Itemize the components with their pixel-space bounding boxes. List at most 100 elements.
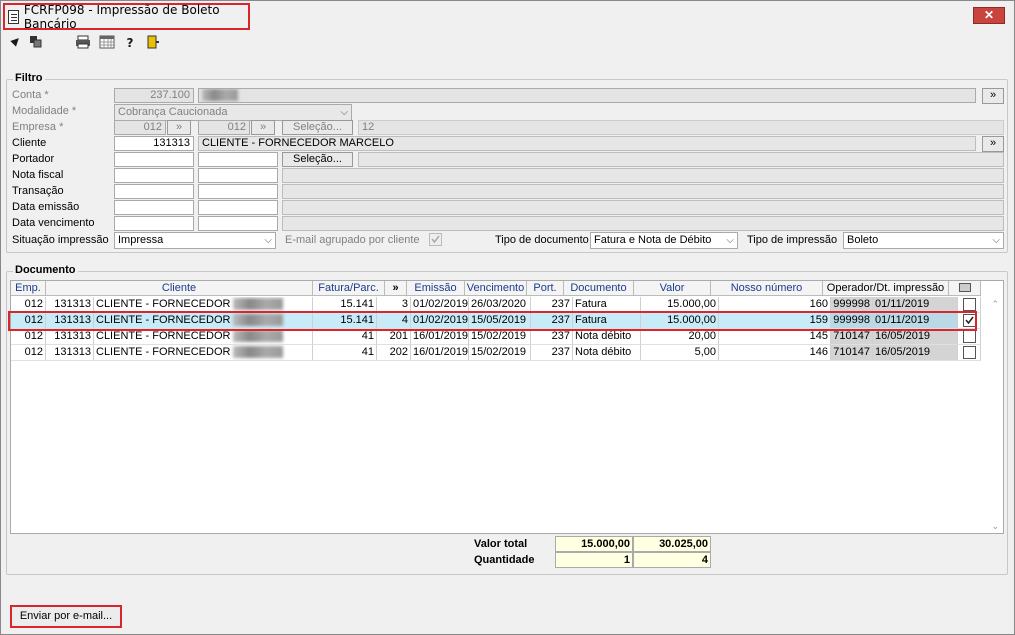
portador-selecao-button[interactable]: Seleção... [282, 152, 353, 167]
cell-fatura: 41 [313, 345, 377, 361]
redacted-block [233, 346, 284, 359]
row-select-checkbox[interactable] [963, 330, 976, 343]
exit-door-icon[interactable] [145, 35, 161, 51]
calendar-icon[interactable] [99, 35, 115, 51]
conta-name-field[interactable] [198, 88, 976, 103]
portador-to-field[interactable] [198, 152, 278, 167]
col-header-emissao[interactable]: Emissão [407, 281, 465, 296]
scroll-down-icon[interactable]: ⌄ [991, 521, 999, 532]
cliente-code-field[interactable]: 131313 [114, 136, 194, 151]
conta-label: Conta * [12, 89, 49, 101]
empresa-selecao-button[interactable]: Seleção... [282, 120, 353, 135]
cell-client-code-text: 131313 [54, 346, 91, 358]
portador-from-field[interactable] [114, 152, 194, 167]
transacao-from-field[interactable] [114, 184, 194, 199]
col-header-nosso-numero[interactable]: Nosso número [711, 281, 823, 296]
cell-nosso-numero: 146 [719, 345, 831, 361]
col-header-emp[interactable]: Emp. [11, 281, 46, 296]
cell-documento-text: Fatura [575, 298, 607, 310]
tipo-documento-select[interactable]: Fatura e Nota de Débito ⌵ [590, 232, 738, 249]
empresa-from-field[interactable]: 012 [114, 120, 166, 135]
cell-operador: 710147 [831, 345, 873, 361]
empresa-to-lookup-icon[interactable]: » [251, 120, 275, 135]
col-header-select-all[interactable] [949, 281, 981, 296]
valor-total-all: 30.025,00 [633, 536, 711, 552]
send-email-button[interactable]: Enviar por e-mail... [10, 605, 122, 628]
help-icon[interactable]: ? [122, 35, 138, 51]
chevron-down-icon: ⌵ [264, 235, 272, 246]
col-header-fatura[interactable]: Fatura/Parc. [313, 281, 385, 296]
situacao-value: Impressa [118, 234, 164, 246]
cell-client-name-text: CLIENTE - FORNECEDOR [96, 298, 231, 310]
modalidade-select[interactable]: Cobrança Caucionada ⌵ [114, 104, 352, 121]
valor-total-selected: 15.000,00 [555, 536, 633, 552]
scroll-up-icon[interactable]: ⌃ [991, 299, 999, 310]
first-record-icon[interactable] [8, 35, 24, 51]
chevron-down-icon: ⌵ [726, 235, 734, 246]
data-emissao-bar [282, 200, 1004, 215]
tipo-documento-label: Tipo de documento [495, 234, 589, 246]
valor-total-label: Valor total [474, 538, 528, 550]
row-select-checkbox[interactable] [963, 298, 976, 311]
email-agrupado-checkbox[interactable] [429, 233, 442, 246]
col-header-vencimento[interactable]: Vencimento [465, 281, 527, 296]
col-header-port[interactable]: Port. [527, 281, 564, 296]
quantidade-all: 4 [633, 552, 711, 568]
cell-fatura-text: 41 [361, 330, 374, 342]
nota-fiscal-from-field[interactable] [114, 168, 194, 183]
quantidade-label: Quantidade [474, 554, 535, 566]
cell-emissao: 16/01/2019 [411, 329, 469, 345]
close-button[interactable]: ✕ [973, 7, 1005, 24]
cell-nosso-numero-text: 146 [809, 346, 828, 358]
cell-client-name: CLIENTE - FORNECEDOR [94, 345, 313, 361]
cell-operador-text: 999998 [833, 298, 870, 310]
cell-parcela-text: 3 [401, 298, 408, 310]
cell-emp: 012 [11, 345, 46, 361]
cell-port: 237 [531, 345, 573, 361]
cell-vencimento-text: 15/02/2019 [471, 330, 527, 342]
row-select-checkbox[interactable] [963, 346, 976, 359]
print-icon[interactable] [75, 35, 91, 51]
cliente-more-button[interactable]: » [982, 136, 1004, 152]
cell-dt-impressao-text: 16/05/2019 [875, 330, 931, 342]
cell-parcela-text: 202 [389, 346, 408, 358]
cell-dt-impressao-text: 16/05/2019 [875, 346, 931, 358]
tipo-impressao-value: Boleto [847, 234, 879, 246]
tipo-impressao-select[interactable]: Boleto ⌵ [843, 232, 1004, 249]
conta-code-field[interactable]: 237.100 [114, 88, 194, 103]
cell-client-name-text: CLIENTE - FORNECEDOR [96, 330, 231, 342]
cell-emp-text: 012 [24, 346, 43, 358]
chevron-down-icon: ⌵ [340, 107, 348, 118]
data-emissao-from-field[interactable] [114, 200, 194, 215]
transacao-bar [282, 184, 1004, 199]
col-header-operador[interactable]: Operador/Dt. impressão [823, 281, 949, 296]
data-vencimento-to-field[interactable] [198, 216, 278, 231]
windows-icon[interactable] [28, 35, 44, 51]
table-row[interactable]: 012 131313 CLIENTE - FORNECEDOR 41 201 16/01/… [11, 329, 981, 345]
table-row[interactable]: 012 131313 CLIENTE - FORNECEDOR 41 202 16/01/… [11, 345, 981, 361]
window-title: FCRFP098 - Impressão de Boleto Bancário [23, 2, 220, 31]
empresa-from-lookup-icon[interactable]: » [167, 120, 191, 135]
toolbar: ? [1, 32, 1014, 54]
empresa-to-field[interactable]: 012 [198, 120, 250, 135]
situacao-select[interactable]: Impressa ⌵ [114, 232, 276, 249]
col-header-valor[interactable]: Valor [634, 281, 711, 296]
col-expand-button[interactable]: » [385, 281, 407, 296]
cell-nosso-numero-text: 160 [809, 298, 828, 310]
transacao-to-field[interactable] [198, 184, 278, 199]
cell-valor-text: 5,00 [694, 346, 716, 358]
empresa-label: Empresa * [12, 121, 64, 133]
col-header-cliente[interactable]: Cliente [46, 281, 313, 296]
cell-client-code: 131313 [46, 345, 94, 361]
document-icon [8, 9, 19, 24]
cell-dt-impressao: 16/05/2019 [873, 345, 958, 361]
cell-client-code-text: 131313 [54, 298, 91, 310]
conta-more-button[interactable]: » [982, 88, 1004, 104]
data-vencimento-from-field[interactable] [114, 216, 194, 231]
cell-fatura-text: 41 [361, 346, 374, 358]
cell-documento-text: Nota débito [575, 346, 632, 358]
col-header-documento[interactable]: Documento [564, 281, 634, 296]
cell-dt-impressao-text: 01/11/2019 [875, 298, 930, 310]
data-emissao-to-field[interactable] [198, 200, 278, 215]
nota-fiscal-to-field[interactable] [198, 168, 278, 183]
